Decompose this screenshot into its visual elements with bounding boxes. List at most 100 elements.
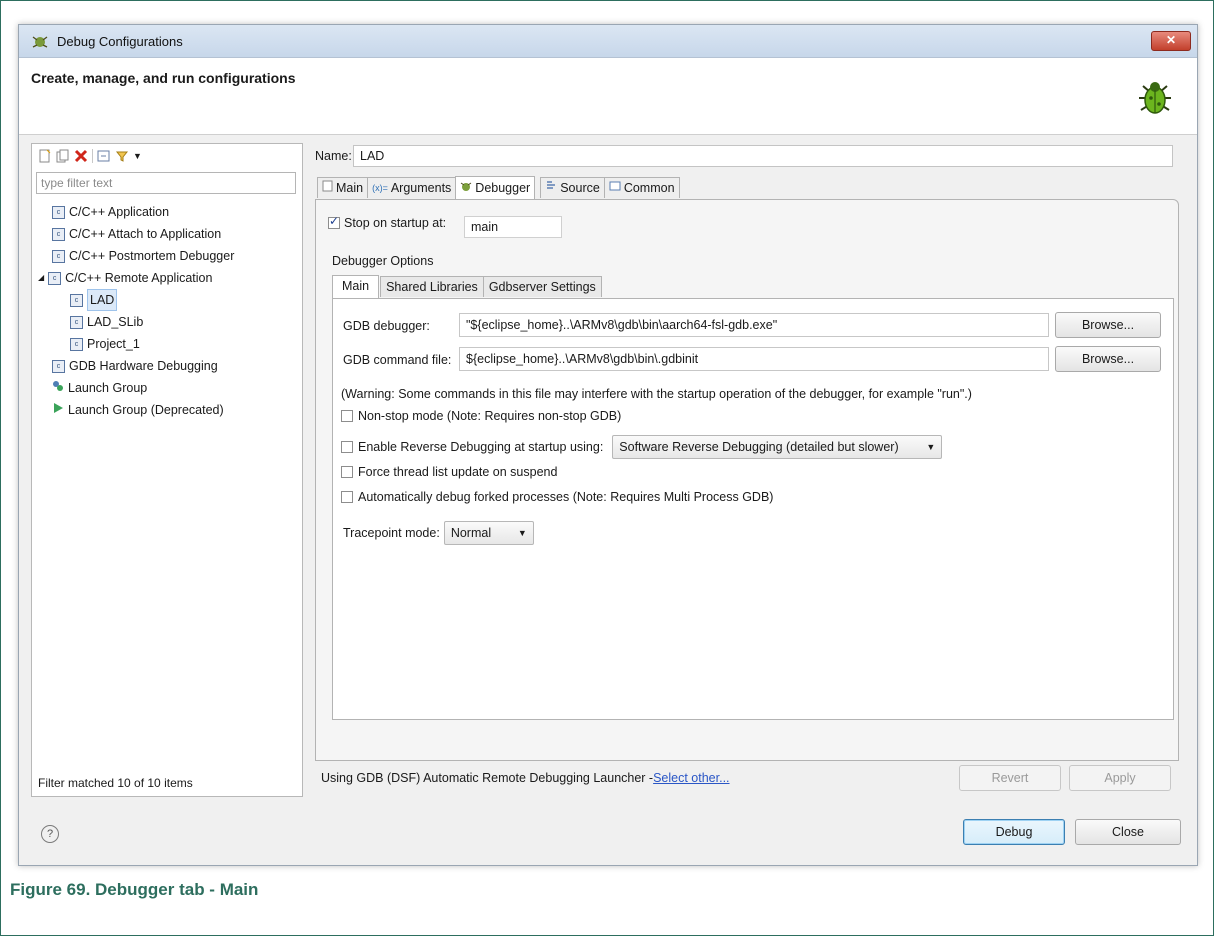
inner-tab-shared-libraries[interactable]: Shared Libraries	[380, 276, 484, 297]
tree-item-c-cpp-application[interactable]: c C/C++ Application	[52, 202, 169, 222]
reverse-debugging-checkbox[interactable]	[341, 441, 353, 453]
left-toolbar: ▼	[38, 149, 142, 163]
non-stop-label: Non-stop mode (Note: Requires non-stop G…	[358, 409, 622, 423]
title-bar: Debug Configurations ✕	[19, 25, 1197, 58]
tab-arguments[interactable]: (x)= Arguments	[367, 177, 457, 198]
close-window-button[interactable]: ✕	[1151, 31, 1191, 51]
tree-item-c-cpp-remote-application[interactable]: ◢ c C/C++ Remote Application	[38, 268, 212, 288]
debugger-icon	[460, 178, 472, 198]
source-icon	[545, 178, 557, 198]
figure-caption: Figure 69. Debugger tab - Main	[10, 880, 259, 899]
launcher-text: Using GDB (DSF) Automatic Remote Debuggi…	[321, 771, 654, 785]
tab-common[interactable]: Common	[603, 177, 680, 198]
tree-item-gdb-hardware-debugging[interactable]: c GDB Hardware Debugging	[52, 356, 218, 376]
tracepoint-row: Tracepoint mode: Normal ▼	[343, 521, 534, 545]
forked-processes-label: Automatically debug forked processes (No…	[358, 490, 774, 504]
forked-processes-row: Automatically debug forked processes (No…	[341, 490, 773, 504]
gdb-command-browse-button[interactable]: Browse...	[1055, 346, 1161, 372]
select-other-link[interactable]: Select other...	[653, 771, 729, 785]
tree-item-lad-slib[interactable]: c LAD_SLib	[70, 312, 143, 332]
warning-text: (Warning: Some commands in this file may…	[341, 387, 972, 401]
c-config-icon: c	[70, 293, 83, 307]
tab-debugger[interactable]: Debugger	[455, 176, 536, 199]
common-icon	[609, 178, 621, 198]
tab-source[interactable]: Source	[540, 177, 605, 198]
revert-button[interactable]: Revert	[959, 765, 1061, 791]
delete-config-icon[interactable]	[74, 149, 88, 163]
name-label: Name:	[315, 149, 352, 163]
reverse-debugging-label: Enable Reverse Debugging at startup usin…	[358, 440, 604, 454]
filter-status-text: Filter matched 10 of 10 items	[38, 776, 193, 790]
configuration-editor: Name: LAD Main (x)= Arguments Debugger So…	[311, 143, 1183, 803]
reverse-debugging-row: Enable Reverse Debugging at startup usin…	[341, 435, 943, 459]
configuration-list-panel: ▼ type filter text c C/C++ Application cC…	[31, 143, 303, 797]
arguments-icon: (x)=	[372, 183, 388, 193]
debugger-main-panel: GDB debugger: "${eclipse_home}..\ARMv8\g…	[332, 298, 1174, 720]
gdb-command-file-input[interactable]: ${eclipse_home}..\ARMv8\gdb\bin\.gdbinit	[459, 347, 1049, 371]
filter-input[interactable]: type filter text	[36, 172, 296, 194]
gdb-debugger-browse-button[interactable]: Browse...	[1055, 312, 1161, 338]
chevron-down-icon: ▼	[517, 528, 527, 538]
tree-item-launch-group-deprecated[interactable]: Launch Group (Deprecated)	[52, 400, 224, 420]
c-config-icon: c	[70, 315, 83, 329]
filter-configs-icon[interactable]	[115, 149, 129, 163]
c-config-icon: c	[70, 337, 83, 351]
help-icon[interactable]: ?	[41, 825, 59, 843]
main-tab-icon	[322, 178, 333, 198]
c-config-icon: c	[48, 271, 62, 285]
c-config-icon: c	[52, 359, 65, 373]
chevron-down-icon: ▼	[926, 442, 936, 452]
name-input[interactable]: LAD	[353, 145, 1173, 167]
gdb-debugger-input[interactable]: "${eclipse_home}..\ARMv8\gdb\bin\aarch64…	[459, 313, 1049, 337]
forked-processes-checkbox[interactable]	[341, 491, 353, 503]
stop-on-startup-row: Stop on startup at:	[328, 214, 447, 230]
debug-configurations-window: Debug Configurations ✕ Create, manage, a…	[18, 24, 1198, 866]
gdb-debugger-label: GDB debugger:	[343, 319, 430, 333]
c-config-icon: c	[52, 205, 65, 219]
bug-icon	[1133, 76, 1177, 123]
debugger-tab-panel: Stop on startup at: main Debugger Option…	[315, 199, 1179, 761]
launcher-row: Using GDB (DSF) Automatic Remote Debuggi…	[321, 771, 730, 785]
filter-menu-chevron-down-icon[interactable]: ▼	[133, 151, 142, 161]
tree-item-launch-group[interactable]: Launch Group	[52, 378, 147, 398]
tracepoint-label: Tracepoint mode:	[343, 526, 440, 540]
tracepoint-select[interactable]: Normal ▼	[443, 521, 534, 545]
stop-on-startup-checkbox[interactable]	[328, 214, 340, 229]
gdb-command-file-label: GDB command file:	[343, 353, 452, 367]
dialog-header: Create, manage, and run configurations	[19, 58, 1197, 135]
window-title: Debug Configurations	[57, 34, 183, 49]
c-config-icon: c	[52, 227, 65, 241]
inner-tab-gdbserver-settings[interactable]: Gdbserver Settings	[482, 276, 602, 297]
debugger-options-label: Debugger Options	[332, 254, 434, 268]
non-stop-checkbox[interactable]	[341, 410, 353, 422]
tree-item-c-cpp-attach[interactable]: c C/C++ Attach to Application	[52, 224, 221, 244]
tab-main[interactable]: Main	[317, 177, 369, 198]
close-button[interactable]: Close	[1075, 819, 1181, 845]
launch-group-icon	[52, 378, 64, 398]
config-tabs: Main (x)= Arguments Debugger Source Commo…	[317, 176, 680, 199]
force-thread-label: Force thread list update on suspend	[358, 465, 558, 479]
tree-item-lad[interactable]: c LAD	[70, 289, 118, 311]
non-stop-row: Non-stop mode (Note: Requires non-stop G…	[341, 409, 621, 423]
tree-item-c-cpp-postmortem[interactable]: c C/C++ Postmortem Debugger	[52, 246, 234, 266]
force-thread-row: Force thread list update on suspend	[341, 465, 557, 479]
inner-tab-main[interactable]: Main	[332, 275, 380, 299]
c-config-icon: c	[52, 249, 65, 263]
run-icon	[52, 400, 64, 420]
tree-item-project-1[interactable]: c Project_1	[70, 334, 140, 354]
new-config-icon[interactable]	[38, 149, 52, 163]
toolbar-separator	[92, 149, 93, 163]
debugger-options-tabs: Main Shared Libraries Gdbserver Settings	[332, 275, 602, 300]
stop-on-startup-input[interactable]: main	[464, 216, 562, 238]
stop-on-startup-label: Stop on startup at:	[344, 216, 447, 230]
expand-triangle-icon[interactable]: ◢	[38, 268, 44, 288]
dialog-title: Create, manage, and run configurations	[31, 70, 296, 86]
reverse-debugging-select[interactable]: Software Reverse Debugging (detailed but…	[612, 435, 943, 459]
duplicate-config-icon[interactable]	[56, 149, 70, 163]
apply-button[interactable]: Apply	[1069, 765, 1171, 791]
debug-app-icon	[31, 34, 49, 51]
force-thread-checkbox[interactable]	[341, 466, 353, 478]
collapse-all-icon[interactable]	[97, 149, 111, 163]
debug-button[interactable]: Debug	[963, 819, 1065, 845]
debugger-options-group: Debugger Options Main Shared Libraries G…	[328, 254, 1174, 744]
